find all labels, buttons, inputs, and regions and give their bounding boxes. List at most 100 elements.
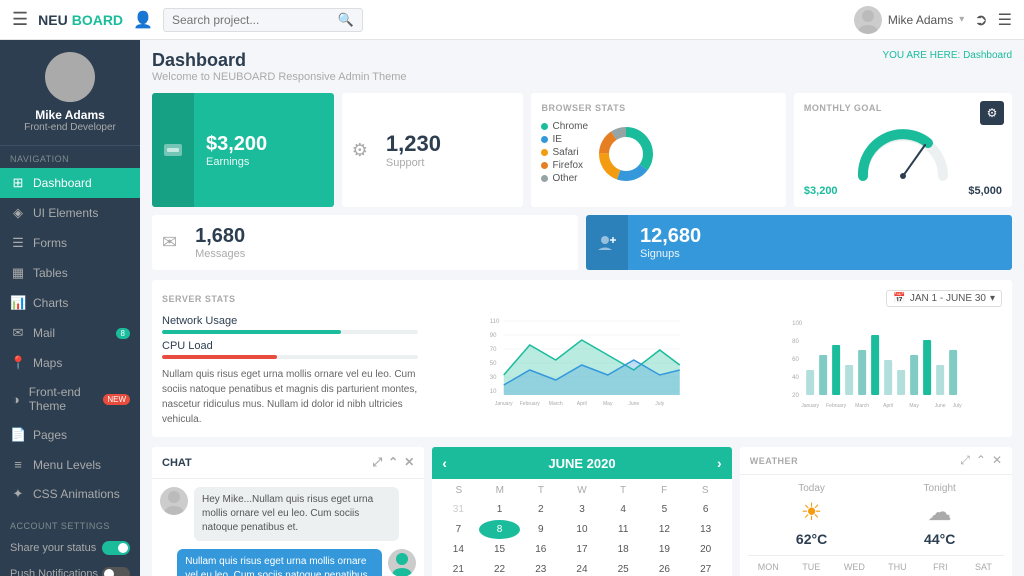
cal-cell[interactable]: 24 [562,560,602,576]
weather-collapse-icon[interactable]: ⌃ [976,453,986,468]
browser-stats-card: BROWSER STATS Chrome IE Safari Firefox O… [531,93,785,207]
expand-icon[interactable]: ➲ [974,10,987,30]
browser-stats-inner: Chrome IE Safari Firefox Other [541,121,775,186]
chat-header-icons: ⤢ ⌃ ✕ [373,455,415,470]
monthly-goal-card: MONTHLY GOAL ⚙ $3,200 $5,000 [794,93,1012,207]
legend-item: IE [541,134,588,145]
avatar [854,6,882,34]
chat-collapse-icon[interactable]: ⌃ [388,455,398,470]
calendar-days-header: SMTWTFS [438,485,725,496]
breadcrumb-current: Dashboard [963,50,1012,61]
sidebar-item-frontend-theme[interactable]: ◑ Front-end Theme NEW [0,378,140,420]
calendar-prev-button[interactable]: ‹ [442,455,447,471]
chat-body: Hey Mike...Nullam quis risus eget urna m… [152,479,424,576]
ie-dot [541,136,548,143]
chat-expand-icon[interactable]: ⤢ [373,455,383,470]
cal-cell[interactable]: 21 [438,560,478,576]
cal-cell[interactable]: 7 [438,520,478,539]
sidebar-item-tables[interactable]: ▦ Tables [0,258,140,288]
chat-title: CHAT [162,457,192,469]
calendar-next-button[interactable]: › [717,455,722,471]
cal-cell[interactable]: 25 [603,560,643,576]
cal-cell[interactable]: 31 [438,500,478,519]
weather-close-icon[interactable]: ✕ [992,453,1002,468]
topbar-menu-icon[interactable]: ☰ [998,10,1012,30]
cal-cell[interactable]: 26 [644,560,684,576]
sidebar-item-pages[interactable]: 📄 Pages [0,420,140,450]
weather-expand-icon[interactable]: ⤢ [960,453,970,468]
goal-settings-button[interactable]: ⚙ [980,101,1004,125]
weather-tonight: Tonight ☁ 44°C [924,483,956,547]
cal-cell[interactable]: 5 [644,500,684,519]
cal-cell[interactable]: 27 [686,560,726,576]
earnings-label: Earnings [206,156,267,168]
cal-cell[interactable]: 17 [562,540,602,559]
svg-text:January: January [495,401,513,407]
sidebar-item-charts[interactable]: 📊 Charts [0,288,140,318]
signups-content: 12,680 Signups [628,215,713,270]
weather-title: WEATHER [750,456,798,466]
sidebar-item-css-animations[interactable]: ✦ CSS Animations [0,479,140,509]
cal-cell[interactable]: 19 [644,540,684,559]
network-usage-bar [162,330,418,334]
css-icon: ✦ [10,486,26,502]
server-progress-section: Network Usage CPU Load Nullam quis risus… [162,315,418,427]
share-status-toggle[interactable] [102,541,130,555]
sidebar-item-ui-elements[interactable]: ◈ UI Elements [0,198,140,228]
sidebar-item-mail[interactable]: ✉ Mail 8 [0,318,140,348]
cal-cell-today[interactable]: 8 [479,520,519,539]
sidebar: Mike Adams Front-end Developer NAVIGATIO… [0,40,140,576]
cal-cell[interactable]: 15 [479,540,519,559]
cal-cell[interactable]: 16 [521,540,561,559]
cal-cell[interactable]: 2 [521,500,561,519]
cal-cell[interactable]: 6 [686,500,726,519]
monthly-goal-title: MONTHLY GOAL [804,103,1002,113]
server-description: Nullam quis risus eget urna mollis ornar… [162,367,418,427]
calendar-grid[interactable]: 31 1 2 3 4 5 6 7 8 9 10 11 12 1 [438,500,725,576]
page-header: Dashboard Welcome to NEUBOARD Responsive… [152,50,1012,83]
search-input[interactable] [172,13,333,27]
cal-cell[interactable]: 4 [603,500,643,519]
goal-target: $5,000 [968,185,1002,197]
server-stats-title: SERVER STATS [162,294,236,304]
weather-header-icons: ⤢ ⌃ ✕ [960,453,1002,468]
user-menu[interactable]: Mike Adams ▾ [854,6,964,34]
cal-cell[interactable]: 10 [562,520,602,539]
weather-week-item-sat: SAT ☁ 42°C [963,562,1004,576]
weather-week-item-fri: FRI ☁ 40°C [920,562,961,576]
legend-item: Safari [541,147,588,158]
sidebar-item-dashboard[interactable]: ⊞ Dashboard [0,168,140,198]
push-notifications-toggle[interactable] [102,567,130,576]
sidebar-item-forms[interactable]: ☰ Forms [0,228,140,258]
calendar-card: ‹ JUNE 2020 › SMTWTFS 31 1 2 3 4 [432,447,731,576]
cal-cell[interactable]: 1 [479,500,519,519]
cal-cell[interactable]: 11 [603,520,643,539]
user-icon[interactable]: 👤 [133,10,153,30]
cpu-load-bar [162,355,418,359]
sidebar-item-maps[interactable]: 📍 Maps [0,348,140,378]
hamburger-icon[interactable]: ☰ [12,9,28,30]
cal-cell[interactable]: 22 [479,560,519,576]
cal-cell[interactable]: 14 [438,540,478,559]
svg-text:January: January [801,403,819,409]
bar-chart: 100 80 60 40 20 [746,315,1002,415]
cal-cell[interactable]: 3 [562,500,602,519]
chat-close-icon[interactable]: ✕ [404,455,414,470]
cal-cell[interactable]: 23 [521,560,561,576]
search-bar[interactable]: 🔍 [163,8,363,32]
weather-week-item-mon: MON ☁ 48°C [748,562,789,576]
weather-week: MON ☁ 48°C TUE ☁ 39°C WED ☁ 32°C [748,555,1004,576]
messages-value: 1,680 [195,225,245,248]
cpu-load-progress: CPU Load [162,340,418,359]
date-filter[interactable]: 📅 JAN 1 - JUNE 30 ▾ [886,290,1002,307]
svg-text:February: February [520,401,541,407]
sidebar-item-menu-levels[interactable]: ≡ Menu Levels [0,450,140,479]
bottom-row: CHAT ⤢ ⌃ ✕ Hey Mike...Nullam quis risus … [152,447,1012,576]
cal-cell[interactable]: 9 [521,520,561,539]
cal-cell[interactable]: 20 [686,540,726,559]
weather-today-label: Today [796,483,827,494]
account-item-share-status: Share your status [0,535,140,561]
cal-cell[interactable]: 12 [644,520,684,539]
cal-cell[interactable]: 18 [603,540,643,559]
cal-cell[interactable]: 13 [686,520,726,539]
